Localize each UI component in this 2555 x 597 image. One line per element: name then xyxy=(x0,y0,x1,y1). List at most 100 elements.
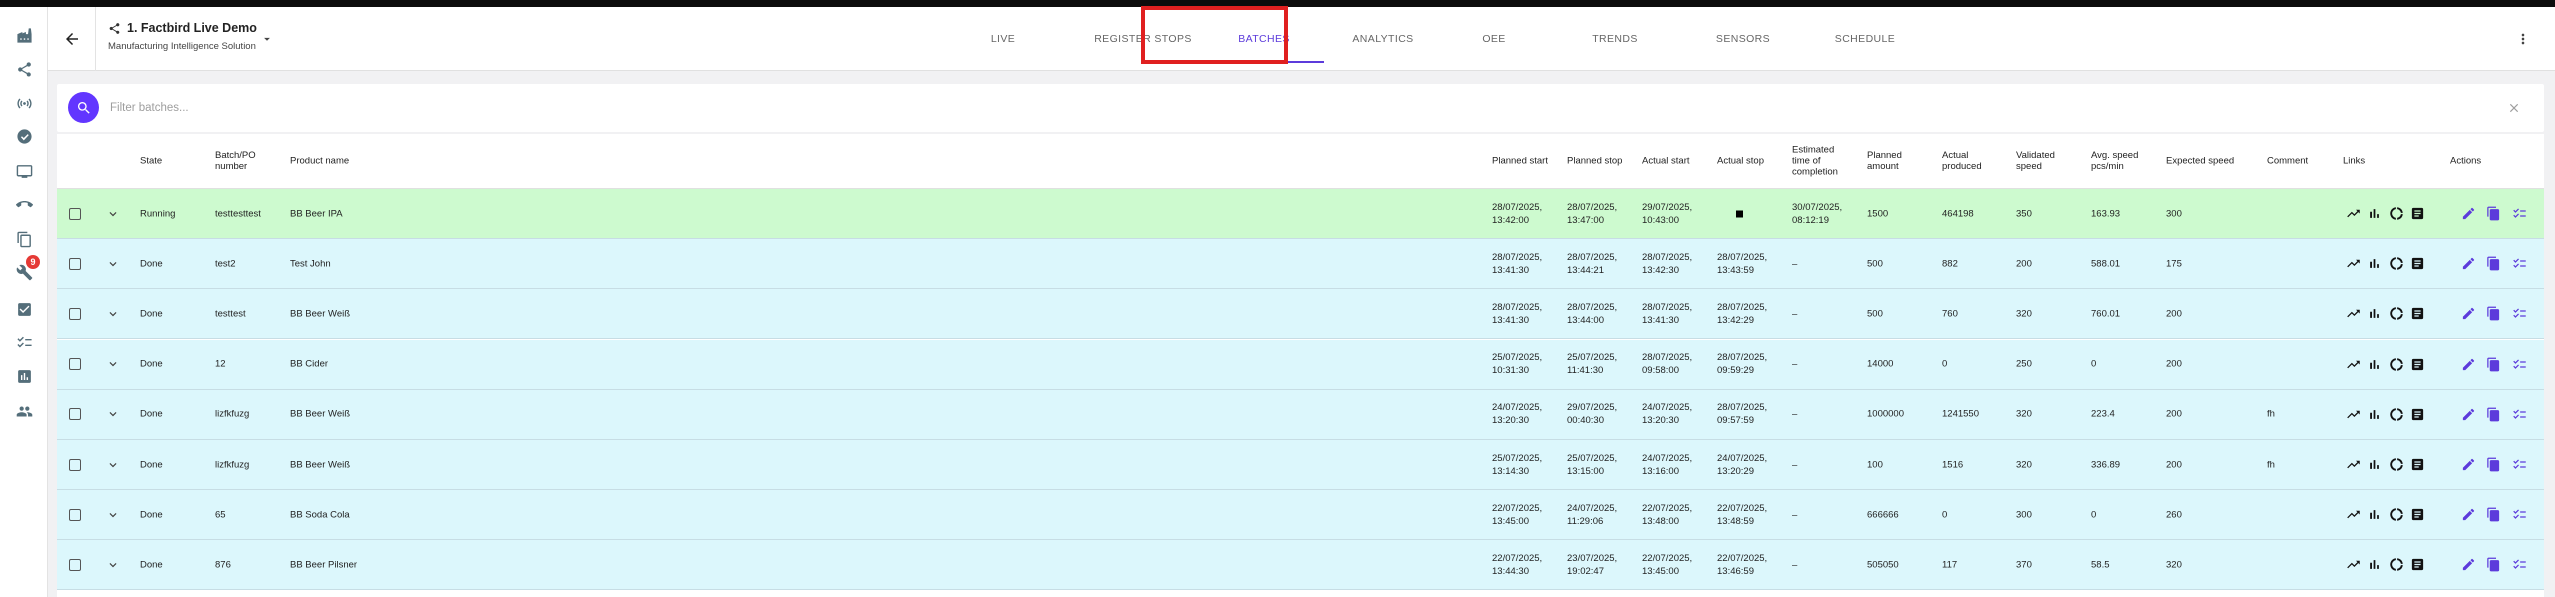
action-edit-button[interactable] xyxy=(2460,406,2476,422)
rail-item-docs[interactable] xyxy=(10,225,38,253)
col-actual-start[interactable]: Actual start xyxy=(1642,156,1690,167)
row-checkbox[interactable] xyxy=(69,257,81,270)
expand-row-button[interactable] xyxy=(106,307,120,321)
action-copy-button[interactable] xyxy=(2485,457,2501,473)
expand-row-button[interactable] xyxy=(106,357,120,371)
link-donut-button[interactable] xyxy=(2388,256,2404,272)
row-checkbox[interactable] xyxy=(69,207,81,220)
stop-batch-button[interactable] xyxy=(1736,210,1743,217)
action-checklist-button[interactable] xyxy=(2511,306,2527,322)
link-donut-button[interactable] xyxy=(2388,457,2404,473)
rail-item-sensor[interactable] xyxy=(10,89,38,117)
col-actual-produced[interactable]: Actual produced xyxy=(1942,150,1992,172)
tab-oee[interactable]: OEE xyxy=(1464,7,1524,71)
search-button[interactable] xyxy=(68,92,99,123)
action-checklist-button[interactable] xyxy=(2511,507,2527,523)
link-trend-button[interactable] xyxy=(2345,306,2361,322)
link-list-button[interactable] xyxy=(2409,557,2425,573)
link-list-button[interactable] xyxy=(2409,206,2425,222)
expand-row-button[interactable] xyxy=(106,508,120,522)
expand-row-button[interactable] xyxy=(106,458,120,472)
rail-item-monitor[interactable] xyxy=(10,157,38,185)
col-comment[interactable]: Comment xyxy=(2267,156,2308,167)
action-copy-button[interactable] xyxy=(2485,206,2501,222)
link-bar-chart-button[interactable] xyxy=(2366,256,2382,272)
col-state[interactable]: State xyxy=(140,156,162,167)
link-trend-button[interactable] xyxy=(2345,557,2361,573)
row-checkbox[interactable] xyxy=(69,558,81,571)
link-bar-chart-button[interactable] xyxy=(2366,557,2382,573)
col-planned-amount[interactable]: Planned amount xyxy=(1867,150,1917,172)
col-product[interactable]: Product name xyxy=(290,156,349,167)
action-edit-button[interactable] xyxy=(2460,457,2476,473)
project-dropdown-button[interactable] xyxy=(260,32,274,46)
row-checkbox[interactable] xyxy=(69,458,81,471)
link-donut-button[interactable] xyxy=(2388,406,2404,422)
link-trend-button[interactable] xyxy=(2345,356,2361,372)
action-edit-button[interactable] xyxy=(2460,356,2476,372)
col-planned-stop[interactable]: Planned stop xyxy=(1567,156,1622,167)
expand-row-button[interactable] xyxy=(106,558,120,572)
expand-row-button[interactable] xyxy=(106,257,120,271)
row-checkbox[interactable] xyxy=(69,408,81,421)
link-trend-button[interactable] xyxy=(2345,256,2361,272)
action-copy-button[interactable] xyxy=(2485,356,2501,372)
rail-item-checklist[interactable] xyxy=(10,328,38,356)
action-checklist-button[interactable] xyxy=(2511,206,2527,222)
tab-trends[interactable]: TRENDS xyxy=(1575,7,1655,71)
link-list-button[interactable] xyxy=(2409,406,2425,422)
link-list-button[interactable] xyxy=(2409,306,2425,322)
col-expected-speed[interactable]: Expected speed xyxy=(2166,156,2234,167)
link-bar-chart-button[interactable] xyxy=(2366,406,2382,422)
action-edit-button[interactable] xyxy=(2460,507,2476,523)
rail-item-checkbox[interactable] xyxy=(10,295,38,323)
action-edit-button[interactable] xyxy=(2460,206,2476,222)
action-checklist-button[interactable] xyxy=(2511,557,2527,573)
col-avg-speed[interactable]: Avg. speed pcs/min xyxy=(2091,150,2151,172)
link-donut-button[interactable] xyxy=(2388,306,2404,322)
link-list-button[interactable] xyxy=(2409,256,2425,272)
link-trend-button[interactable] xyxy=(2345,206,2361,222)
filter-batches-input[interactable] xyxy=(110,94,2410,122)
action-copy-button[interactable] xyxy=(2485,306,2501,322)
table-row[interactable]: Done 65 BB Soda Cola 22/07/2025, 13:45:00 24/… xyxy=(57,490,2544,541)
more-menu-button[interactable] xyxy=(2513,29,2533,49)
action-checklist-button[interactable] xyxy=(2511,406,2527,422)
link-bar-chart-button[interactable] xyxy=(2366,306,2382,322)
col-validated-speed[interactable]: Validated speed xyxy=(2016,150,2066,172)
action-copy-button[interactable] xyxy=(2485,507,2501,523)
rail-item-speed[interactable] xyxy=(10,122,38,150)
link-bar-chart-button[interactable] xyxy=(2366,457,2382,473)
table-row[interactable]: Done testtest BB Beer Weiß 28/07/2025, 13:41… xyxy=(57,289,2544,340)
project-selector[interactable]: 1. Factbird Live Demo Manufacturing Inte… xyxy=(108,21,257,52)
table-row[interactable]: Done 12 BB Cider 25/07/2025, 10:31:30 25/07/2… xyxy=(57,339,2544,390)
link-donut-button[interactable] xyxy=(2388,507,2404,523)
action-checklist-button[interactable] xyxy=(2511,256,2527,272)
link-list-button[interactable] xyxy=(2409,457,2425,473)
back-button[interactable] xyxy=(48,7,96,71)
rail-item-people[interactable] xyxy=(10,397,38,425)
col-planned-start[interactable]: Planned start xyxy=(1492,156,1548,167)
col-actual-stop[interactable]: Actual stop xyxy=(1717,156,1764,167)
link-donut-button[interactable] xyxy=(2388,206,2404,222)
rail-item-share[interactable] xyxy=(10,55,38,83)
table-row[interactable]: Running testtesttest BB Beer IPA 28/07/2025… xyxy=(57,189,2544,239)
link-donut-button[interactable] xyxy=(2388,557,2404,573)
row-checkbox[interactable] xyxy=(69,358,81,371)
action-copy-button[interactable] xyxy=(2485,256,2501,272)
link-trend-button[interactable] xyxy=(2345,457,2361,473)
table-row[interactable]: Done 876 BB Beer Pilsner 22/07/2025, 13:44:3… xyxy=(57,540,2544,591)
action-edit-button[interactable] xyxy=(2460,557,2476,573)
link-bar-chart-button[interactable] xyxy=(2366,507,2382,523)
table-row[interactable]: Done test2 Test John 28/07/2025, 13:41:30 28/… xyxy=(57,239,2544,290)
link-bar-chart-button[interactable] xyxy=(2366,356,2382,372)
action-checklist-button[interactable] xyxy=(2511,457,2527,473)
row-checkbox[interactable] xyxy=(69,307,81,320)
action-edit-button[interactable] xyxy=(2460,256,2476,272)
rail-item-wrench[interactable]: 9 xyxy=(10,255,40,286)
rail-item-report[interactable] xyxy=(10,362,38,390)
action-copy-button[interactable] xyxy=(2485,557,2501,573)
rail-item-factory[interactable] xyxy=(10,21,38,49)
link-list-button[interactable] xyxy=(2409,507,2425,523)
col-estimated[interactable]: Estimated time of completion xyxy=(1792,145,1852,178)
